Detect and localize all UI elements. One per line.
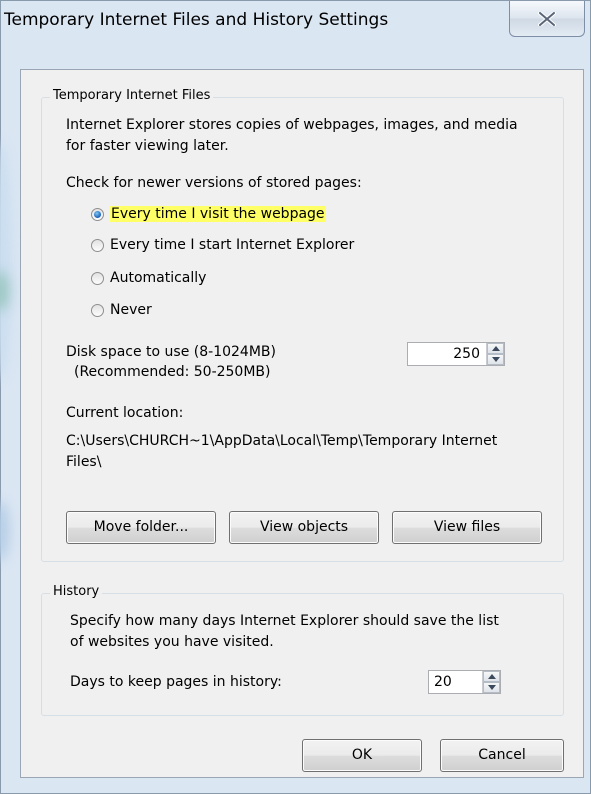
close-button[interactable]: [509, 1, 585, 37]
view-files-button[interactable]: View files: [392, 511, 542, 544]
window-title: Temporary Internet Files and History Set…: [4, 10, 389, 30]
settings-dialog: Temporary Internet Files and History Set…: [0, 0, 591, 794]
radio-label[interactable]: Automatically: [110, 270, 206, 286]
description-text: Internet Explorer stores copies of webpa…: [66, 117, 518, 133]
radio-selected-icon[interactable]: [91, 207, 104, 221]
arrow-down-icon: [488, 685, 496, 690]
current-location-label: Current location:: [66, 405, 184, 421]
days-history-stepper[interactable]: 20: [428, 670, 501, 694]
spin-down-button[interactable]: [483, 682, 500, 693]
days-history-label: Days to keep pages in history:: [70, 674, 282, 690]
cancel-button[interactable]: Cancel: [440, 739, 564, 772]
arrow-down-icon: [492, 357, 500, 362]
radio-label[interactable]: Never: [110, 302, 152, 318]
disk-space-value[interactable]: 250: [453, 346, 480, 362]
radio-every-start[interactable]: Every time I start Internet Explorer: [91, 237, 354, 253]
current-location-path: Files\: [66, 454, 102, 470]
spin-up-button[interactable]: [483, 671, 500, 682]
radio-every-visit[interactable]: Every time I visit the webpage: [91, 206, 326, 222]
description-text: Specify how many days Internet Explorer …: [70, 613, 499, 629]
spin-buttons: [486, 343, 504, 365]
radio-unselected-icon[interactable]: [91, 238, 104, 252]
view-objects-button[interactable]: View objects: [229, 511, 379, 544]
group-title: History: [50, 584, 103, 599]
arrow-up-icon: [488, 674, 496, 679]
spin-up-button[interactable]: [487, 343, 504, 354]
spin-buttons: [482, 671, 500, 693]
radio-unselected-icon[interactable]: [91, 303, 104, 317]
radio-label[interactable]: Every time I start Internet Explorer: [110, 237, 354, 253]
radio-never[interactable]: Never: [91, 302, 152, 318]
radio-automatically[interactable]: Automatically: [91, 270, 206, 286]
title-bar[interactable]: Temporary Internet Files and History Set…: [1, 1, 590, 37]
description-text: for faster viewing later.: [66, 138, 229, 154]
disk-space-recommended: (Recommended: 50-250MB): [74, 364, 271, 380]
group-title: Temporary Internet Files: [50, 88, 214, 103]
disk-space-label: Disk space to use (8-1024MB): [66, 344, 276, 360]
spin-down-button[interactable]: [487, 354, 504, 365]
window-glass-decoration: [0, 501, 9, 561]
history-group: History Specify how many days Internet E…: [41, 584, 564, 716]
radio-unselected-icon[interactable]: [91, 271, 104, 285]
move-folder-button[interactable]: Move folder...: [66, 511, 216, 544]
dialog-body: Temporary Internet Files Internet Explor…: [20, 69, 584, 778]
ok-button[interactable]: OK: [302, 739, 422, 772]
disk-space-stepper[interactable]: 250: [407, 342, 505, 366]
radio-label[interactable]: Every time I visit the webpage: [110, 206, 326, 222]
window-glass-decoration: [0, 141, 11, 381]
temporary-files-group: Temporary Internet Files Internet Explor…: [41, 88, 564, 562]
current-location-path: C:\Users\CHURCH~1\AppData\Local\Temp\Tem…: [66, 433, 498, 449]
description-text: of websites you have visited.: [70, 634, 274, 650]
arrow-up-icon: [492, 346, 500, 351]
days-history-value[interactable]: 20: [434, 674, 452, 690]
close-x-icon: [538, 12, 556, 26]
check-newer-label: Check for newer versions of stored pages…: [66, 175, 362, 191]
